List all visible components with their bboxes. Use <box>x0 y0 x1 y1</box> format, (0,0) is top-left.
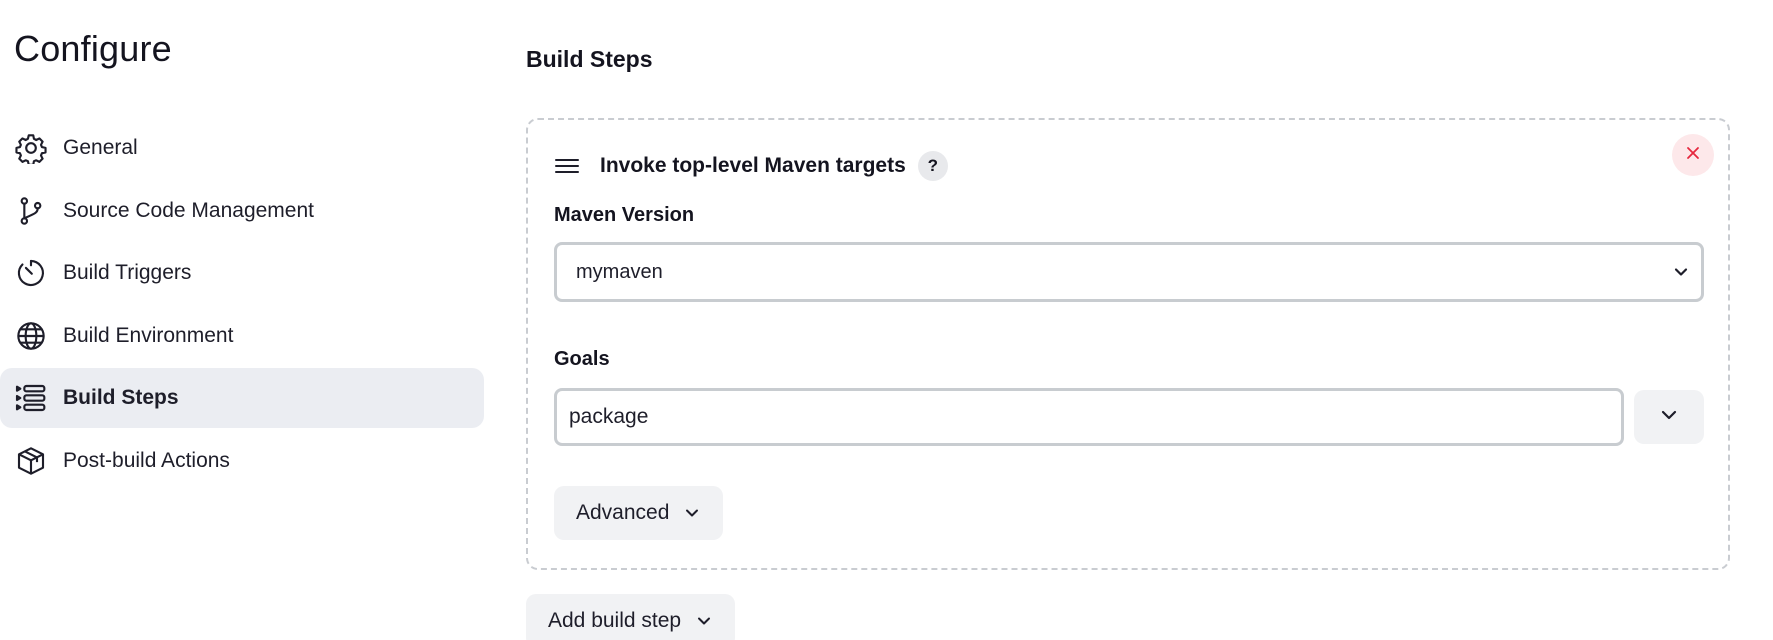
globe-icon <box>14 319 48 353</box>
delete-step-button[interactable] <box>1672 134 1714 176</box>
goals-input[interactable] <box>554 388 1624 446</box>
gear-icon <box>14 131 48 165</box>
advanced-label: Advanced <box>576 501 670 524</box>
sidebar-item-label: Build Steps <box>63 386 179 409</box>
help-button[interactable]: ? <box>917 151 948 181</box>
add-build-step-button[interactable]: Add build step <box>526 594 736 640</box>
sidebar-item-build-steps[interactable]: Build Steps <box>0 368 484 428</box>
sidebar-item-build-environment[interactable]: Build Environment <box>0 306 484 366</box>
sidebar-item-source-code-management[interactable]: Source Code Management <box>0 181 484 241</box>
sidebar-item-label: Post-build Actions <box>63 448 230 472</box>
configure-page: Configure General Source Code Management… <box>0 0 1773 640</box>
sidebar-item-label: Build Environment <box>63 323 234 347</box>
chevron-down-icon <box>1659 405 1679 430</box>
timer-icon <box>14 256 48 290</box>
sidebar-item-label: General <box>63 136 138 159</box>
expand-goals-button[interactable] <box>1634 390 1704 444</box>
advanced-button[interactable]: Advanced <box>554 486 724 540</box>
section-title: Build Steps <box>526 46 653 72</box>
build-step-title: Invoke top-level Maven targets <box>600 154 906 177</box>
sidebar-item-label: Source Code Management <box>63 198 314 222</box>
chevron-down-icon <box>683 504 701 522</box>
build-step-header: Invoke top-level Maven targets ? <box>554 146 948 186</box>
sidebar-item-label: Build Triggers <box>63 261 192 284</box>
page-title: Configure <box>14 28 172 69</box>
package-icon <box>14 444 48 478</box>
sidebar-item-general[interactable]: General <box>0 118 484 178</box>
main-content: Build Steps Invoke top-level Maven targe… <box>526 0 1746 640</box>
drag-handle-icon[interactable] <box>554 153 580 179</box>
goals-label: Goals <box>554 348 610 370</box>
sidebar-item-post-build-actions[interactable]: Post-build Actions <box>0 431 484 491</box>
sidebar: Configure General Source Code Management… <box>0 0 484 640</box>
chevron-down-icon <box>695 612 713 630</box>
sidebar-nav: General Source Code Management Build Tri… <box>0 118 484 493</box>
chevron-down-icon <box>1671 262 1691 282</box>
sidebar-item-build-triggers[interactable]: Build Triggers <box>0 243 484 303</box>
list-icon <box>14 381 48 415</box>
add-build-step-label: Add build step <box>548 609 682 632</box>
maven-version-select[interactable]: mymaven <box>554 242 1704 302</box>
maven-version-label: Maven Version <box>554 204 695 226</box>
git-branch-icon <box>14 194 48 228</box>
build-step-card: Invoke top-level Maven targets ? Maven V… <box>526 118 1730 570</box>
maven-version-value: mymaven <box>576 260 663 283</box>
close-icon <box>1685 145 1701 166</box>
